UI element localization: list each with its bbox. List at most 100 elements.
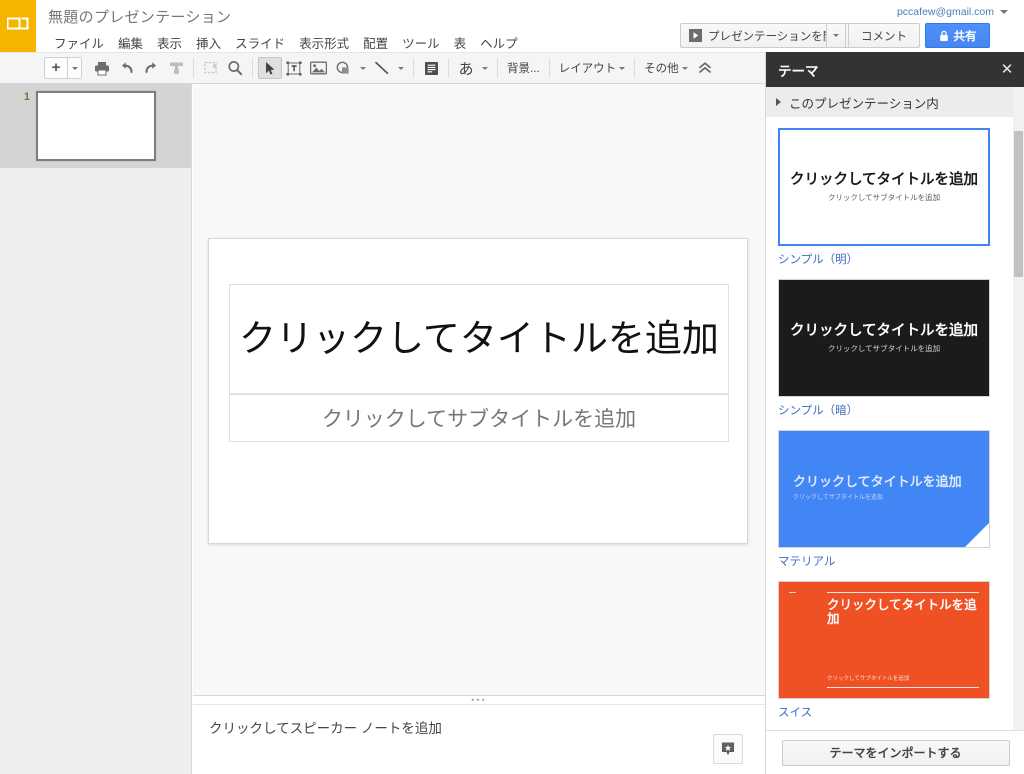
collapse-toolbar-button[interactable] (693, 57, 717, 79)
theme-name-label: スイス (778, 707, 813, 719)
account-email[interactable]: pccafew@gmail.com (897, 6, 994, 18)
slide-filmstrip[interactable]: 1 (0, 84, 192, 774)
new-slide-layout-dropdown[interactable] (68, 57, 82, 79)
share-label: 共有 (953, 30, 977, 43)
select-icon (264, 61, 277, 76)
top-bar: 無題のプレゼンテーション ファイル 編集 表示 挿入 スライド 表示形式 配置 … (0, 0, 1024, 52)
toolbar-divider (193, 58, 194, 78)
menu-item-file[interactable]: ファイル (47, 31, 111, 54)
zoom-button[interactable] (223, 57, 247, 79)
theme-thumbnail[interactable]: クリックしてタイトルを追加 クリックしてサブタイトルを追加 (778, 279, 990, 397)
theme-thumb-subtitle: クリックしてサブタイトルを追加 (827, 193, 941, 203)
speaker-notes-toggle-button[interactable] (713, 734, 743, 764)
layout-label: レイアウト (558, 63, 617, 75)
theme-thumb-title: クリックしてタイトルを追加 (793, 474, 962, 490)
play-icon (689, 29, 702, 42)
swiss-bottom-rule (827, 687, 979, 688)
insert-shape-button[interactable] (331, 57, 356, 79)
theme-card-simple-light[interactable]: クリックしてタイトルを追加 クリックしてサブタイトルを追加 シンプル（明） (778, 128, 1014, 267)
theme-font-button[interactable]: あ (454, 57, 478, 79)
menu-item-view[interactable]: 表示 (150, 31, 189, 54)
theme-card-material[interactable]: クリックしてタイトルを追加 クリックしてサブタイトルを追加 マテリアル (778, 430, 1014, 569)
chevron-down-icon[interactable] (1000, 10, 1008, 14)
import-theme-button[interactable]: テーマをインポートする (781, 739, 1010, 766)
filmstrip-slide-item[interactable]: 1 (0, 84, 191, 168)
toolbar-divider (548, 58, 550, 78)
theme-card-simple-dark[interactable]: クリックしてタイトルを追加 クリックしてサブタイトルを追加 シンプル（暗） (778, 279, 1014, 418)
image-icon (310, 61, 327, 75)
menu-item-table[interactable]: 表 (447, 31, 474, 54)
redo-button[interactable] (139, 57, 164, 79)
shape-icon (335, 61, 352, 76)
title-placeholder-box[interactable]: クリックしてタイトルを追加 (229, 284, 729, 394)
document-title[interactable]: 無題のプレゼンテーション (48, 6, 231, 27)
notes-resize-handle[interactable]: ••• (471, 696, 486, 705)
background-label: 背景... (507, 63, 540, 75)
theme-panel-header: テーマ ✕ (766, 52, 1024, 87)
insert-image-button[interactable] (306, 57, 331, 79)
theme-panel-scrollbar[interactable] (1013, 87, 1024, 730)
theme-thumbnail[interactable]: クリックしてタイトルを追加 クリックしてサブタイトルを追加 (778, 128, 990, 246)
toolbar-divider (634, 58, 636, 78)
shape-options-dropdown[interactable] (356, 57, 370, 79)
theme-thumb-title: クリックしてタイトルを追加 (789, 171, 979, 188)
toolbar-divider (497, 58, 498, 78)
speaker-notes-pane[interactable]: ••• クリックしてスピーカー ノートを追加 (193, 695, 765, 774)
paint-format-button[interactable] (164, 57, 188, 79)
slide-page[interactable]: クリックしてタイトルを追加 クリックしてサブタイトルを追加 (208, 238, 748, 544)
chevron-up-double-icon (697, 61, 713, 75)
background-button[interactable]: 背景... (503, 57, 544, 79)
chevron-down-icon (681, 66, 688, 70)
menu-bar: ファイル 編集 表示 挿入 スライド 表示形式 配置 ツール 表 ヘルプ (47, 31, 525, 54)
slide-canvas-area[interactable]: クリックしてタイトルを追加 クリックしてサブタイトルを追加 (193, 84, 765, 695)
toolbar: + あ 背景... レイアウト その他 (0, 52, 765, 84)
select-tool-button[interactable] (258, 57, 282, 79)
chevron-down-icon (833, 34, 839, 37)
swiss-dash-mark (789, 592, 796, 593)
menu-item-edit[interactable]: 編集 (111, 31, 150, 54)
menu-item-help[interactable]: ヘルプ (473, 31, 525, 54)
theme-thumb-subtitle: クリックしてサブタイトルを追加 (827, 344, 941, 354)
search-icon (227, 60, 243, 76)
menu-item-slide[interactable]: スライド (228, 31, 292, 54)
print-button[interactable] (90, 57, 114, 79)
chevron-down-icon (71, 66, 78, 70)
theme-font-dropdown[interactable] (478, 57, 492, 79)
subtitle-placeholder-box[interactable]: クリックしてサブタイトルを追加 (229, 394, 729, 442)
theme-thumbnail[interactable]: クリックしてタイトルを追加 クリックしてサブタイトルを追加 (778, 430, 990, 548)
notes-input-area[interactable]: クリックしてスピーカー ノートを追加 (193, 704, 765, 774)
new-slide-button[interactable]: + (44, 57, 68, 79)
theme-thumb-title: クリックしてタイトルを追加 (789, 322, 979, 339)
chevron-down-icon (619, 66, 626, 70)
theme-card-swiss[interactable]: クリックしてタイトルを追加 クリックしてサブタイトルを追加 スイス (778, 581, 1014, 720)
menu-item-arrange[interactable]: 配置 (356, 31, 395, 54)
insert-line-button[interactable] (370, 57, 394, 79)
zoom-fit-button[interactable] (199, 57, 223, 79)
theme-thumbnail[interactable]: クリックしてタイトルを追加 クリックしてサブタイトルを追加 (778, 581, 990, 699)
share-button[interactable]: 共有 (925, 23, 990, 48)
theme-panel: テーマ ✕ このプレゼンテーション内 クリックしてタイトルを追加 クリックしてサ… (765, 52, 1024, 774)
chevron-down-icon (360, 66, 366, 70)
comment-button[interactable]: コメント (848, 23, 920, 48)
close-icon[interactable]: ✕ (999, 61, 1015, 77)
google-slides-logo[interactable] (0, 0, 36, 52)
more-options-label: その他 (644, 63, 679, 75)
theme-list[interactable]: クリックしてタイトルを追加 クリックしてサブタイトルを追加 シンプル（明） クリ… (766, 117, 1014, 730)
line-options-dropdown[interactable] (394, 57, 408, 79)
slide-thumbnail[interactable] (36, 91, 156, 161)
theme-panel-button[interactable] (419, 57, 443, 79)
text-box-button[interactable] (282, 57, 306, 79)
menu-item-tools[interactable]: ツール (395, 31, 447, 54)
undo-button[interactable] (114, 57, 139, 79)
presentation-options-dropdown[interactable] (826, 23, 846, 48)
scrollbar-thumb[interactable] (1014, 131, 1023, 277)
notes-placeholder-text: クリックしてスピーカー ノートを追加 (209, 721, 442, 736)
toolbar-divider (448, 58, 449, 78)
swiss-top-rule (827, 592, 979, 593)
theme-panel-title: テーマ (778, 63, 819, 79)
menu-item-insert[interactable]: 挿入 (189, 31, 228, 54)
menu-item-format[interactable]: 表示形式 (292, 31, 356, 54)
theme-section-header[interactable]: このプレゼンテーション内 (766, 87, 1014, 117)
more-options-button[interactable]: その他 (640, 57, 692, 79)
layout-button[interactable]: レイアウト (555, 57, 630, 79)
